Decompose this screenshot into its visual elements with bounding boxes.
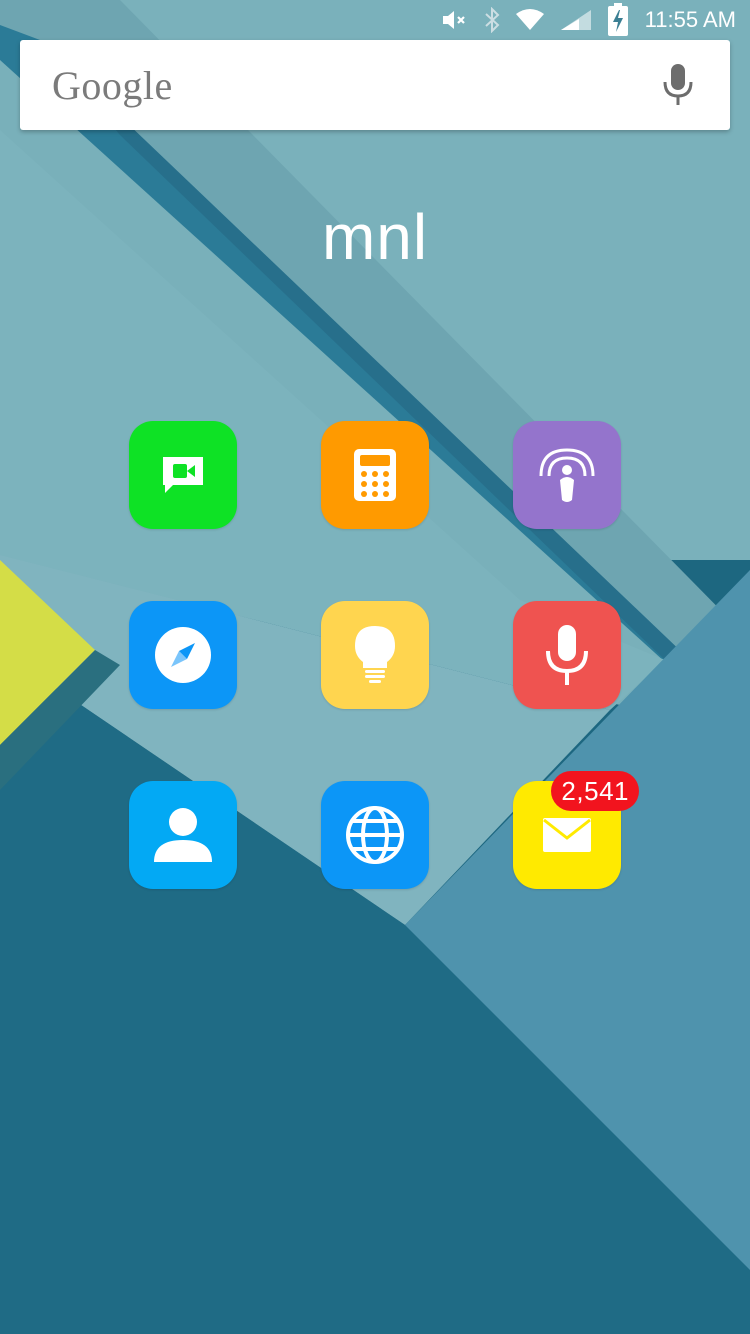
app-calculator[interactable] bbox=[321, 421, 429, 529]
voice-recorder-icon bbox=[546, 625, 588, 685]
app-contacts[interactable] bbox=[129, 781, 237, 889]
app-browser[interactable] bbox=[321, 781, 429, 889]
bluetooth-icon bbox=[483, 7, 501, 33]
microphone-icon bbox=[663, 64, 693, 105]
folder-title[interactable]: mnl bbox=[0, 200, 750, 274]
app-facetime[interactable] bbox=[129, 421, 237, 529]
google-logo: Google bbox=[52, 62, 173, 108]
app-podcasts[interactable] bbox=[513, 421, 621, 529]
battery-charging-icon bbox=[607, 3, 629, 37]
app-mail[interactable]: 2,541 bbox=[513, 771, 639, 889]
status-time: 11:55 AM bbox=[644, 7, 736, 32]
facetime-icon bbox=[163, 457, 203, 493]
app-voice-recorder[interactable] bbox=[513, 601, 621, 709]
app-safari[interactable] bbox=[129, 601, 237, 709]
mail-icon bbox=[543, 818, 591, 852]
app-lightbulb[interactable] bbox=[321, 601, 429, 709]
podcasts-icon bbox=[539, 448, 595, 502]
google-search-bar[interactable]: Google bbox=[20, 40, 730, 130]
mute-icon bbox=[441, 9, 469, 31]
status-bar: 11:55 AM bbox=[0, 0, 750, 40]
app-grid: 2,541 bbox=[129, 421, 639, 889]
voice-search-button[interactable] bbox=[656, 60, 700, 110]
contacts-icon bbox=[154, 808, 212, 862]
lightbulb-icon bbox=[355, 626, 395, 683]
signal-icon bbox=[559, 8, 593, 32]
wifi-icon bbox=[515, 9, 545, 31]
unread-badge: 2,541 bbox=[551, 771, 639, 811]
globe-icon bbox=[346, 806, 404, 864]
calculator-icon bbox=[354, 449, 396, 501]
compass-icon bbox=[155, 627, 211, 683]
